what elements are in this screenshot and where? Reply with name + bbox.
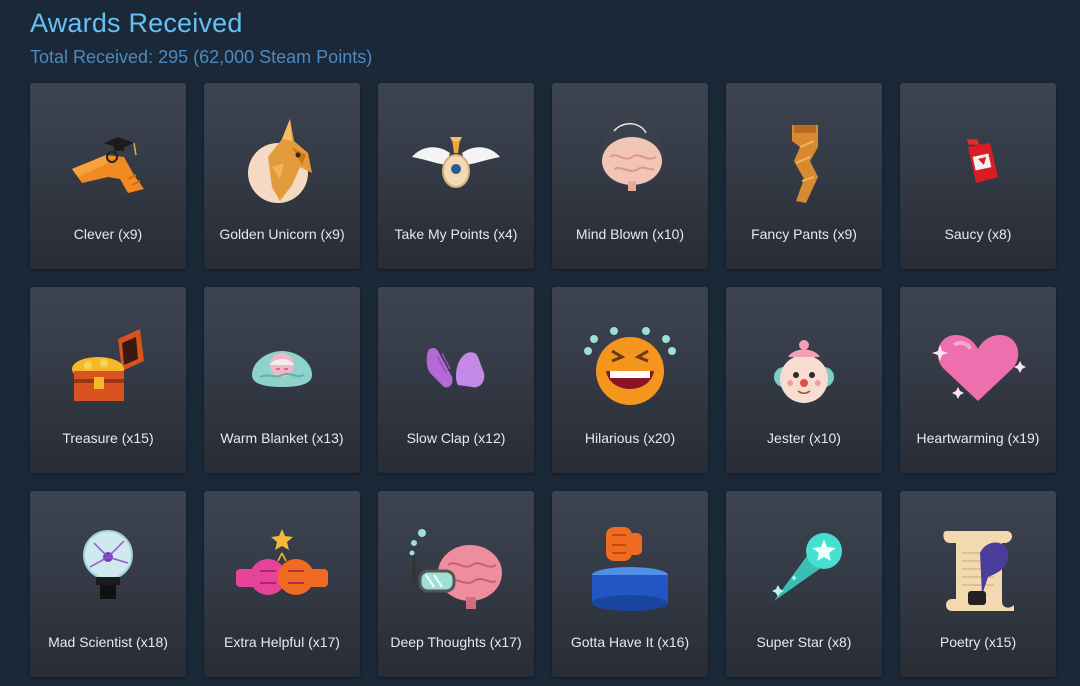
award-label: Saucy (x8) bbox=[944, 226, 1012, 242]
award-card-warm-blanket[interactable]: Warm Blanket (x13) bbox=[204, 287, 360, 473]
award-label: Extra Helpful (x17) bbox=[224, 634, 340, 650]
award-card-super-star[interactable]: Super Star (x8) bbox=[726, 491, 882, 677]
treasure-icon bbox=[58, 321, 158, 411]
award-card-mind-blown[interactable]: Mind Blown (x10) bbox=[552, 83, 708, 269]
deep-thoughts-icon bbox=[406, 525, 506, 615]
golden-unicorn-icon bbox=[232, 117, 332, 207]
take-my-points-icon bbox=[406, 117, 506, 207]
award-card-fancy-pants[interactable]: Fancy Pants (x9) bbox=[726, 83, 882, 269]
saucy-icon bbox=[928, 117, 1028, 207]
award-label: Hilarious (x20) bbox=[584, 430, 676, 446]
award-label: Fancy Pants (x9) bbox=[751, 226, 857, 242]
award-label: Poetry (x15) bbox=[939, 634, 1017, 650]
fancy-pants-icon bbox=[754, 117, 854, 207]
jester-icon bbox=[754, 321, 854, 411]
award-card-take-my-points[interactable]: Take My Points (x4) bbox=[378, 83, 534, 269]
award-card-deep-thoughts[interactable]: Deep Thoughts (x17) bbox=[378, 491, 534, 677]
award-card-golden-unicorn[interactable]: Golden Unicorn (x9) bbox=[204, 83, 360, 269]
award-label: Clever (x9) bbox=[73, 226, 143, 242]
award-card-extra-helpful[interactable]: Extra Helpful (x17) bbox=[204, 491, 360, 677]
award-label: Slow Clap (x12) bbox=[406, 430, 506, 446]
award-label: Super Star (x8) bbox=[756, 634, 852, 650]
award-card-slow-clap[interactable]: Slow Clap (x12) bbox=[378, 287, 534, 473]
award-label: Heartwarming (x19) bbox=[916, 430, 1040, 446]
award-card-gotta-have-it[interactable]: Gotta Have It (x16) bbox=[552, 491, 708, 677]
super-star-icon bbox=[754, 525, 854, 615]
award-label: Warm Blanket (x13) bbox=[220, 430, 344, 446]
award-label: Gotta Have It (x16) bbox=[570, 634, 690, 650]
award-card-hilarious[interactable]: Hilarious (x20) bbox=[552, 287, 708, 473]
award-card-poetry[interactable]: Poetry (x15) bbox=[900, 491, 1056, 677]
award-card-treasure[interactable]: Treasure (x15) bbox=[30, 287, 186, 473]
award-label: Take My Points (x4) bbox=[394, 226, 518, 242]
award-card-jester[interactable]: Jester (x10) bbox=[726, 287, 882, 473]
mad-scientist-icon bbox=[58, 525, 158, 615]
slow-clap-icon bbox=[406, 321, 506, 411]
poetry-icon bbox=[928, 525, 1028, 615]
extra-helpful-icon bbox=[232, 525, 332, 615]
hilarious-icon bbox=[580, 321, 680, 411]
award-card-saucy[interactable]: Saucy (x8) bbox=[900, 83, 1056, 269]
gotta-have-it-icon bbox=[580, 525, 680, 615]
awards-grid: Clever (x9) Golden Unicorn (x9) Take My … bbox=[30, 83, 1056, 677]
award-card-clever[interactable]: Clever (x9) bbox=[30, 83, 186, 269]
award-label: Jester (x10) bbox=[767, 430, 841, 446]
award-card-mad-scientist[interactable]: Mad Scientist (x18) bbox=[30, 491, 186, 677]
page-title: Awards Received bbox=[30, 8, 243, 38]
award-label: Treasure (x15) bbox=[62, 430, 154, 446]
mind-blown-icon bbox=[580, 117, 680, 207]
award-label: Golden Unicorn (x9) bbox=[219, 226, 345, 242]
award-label: Mind Blown (x10) bbox=[575, 226, 685, 242]
heartwarming-icon bbox=[928, 321, 1028, 411]
clever-icon bbox=[58, 117, 158, 207]
award-card-heartwarming[interactable]: Heartwarming (x19) bbox=[900, 287, 1056, 473]
award-label: Mad Scientist (x18) bbox=[48, 634, 168, 650]
award-label: Deep Thoughts (x17) bbox=[390, 634, 522, 650]
warm-blanket-icon bbox=[232, 321, 332, 411]
total-received: Total Received: 295 (62,000 Steam Points… bbox=[30, 47, 373, 67]
